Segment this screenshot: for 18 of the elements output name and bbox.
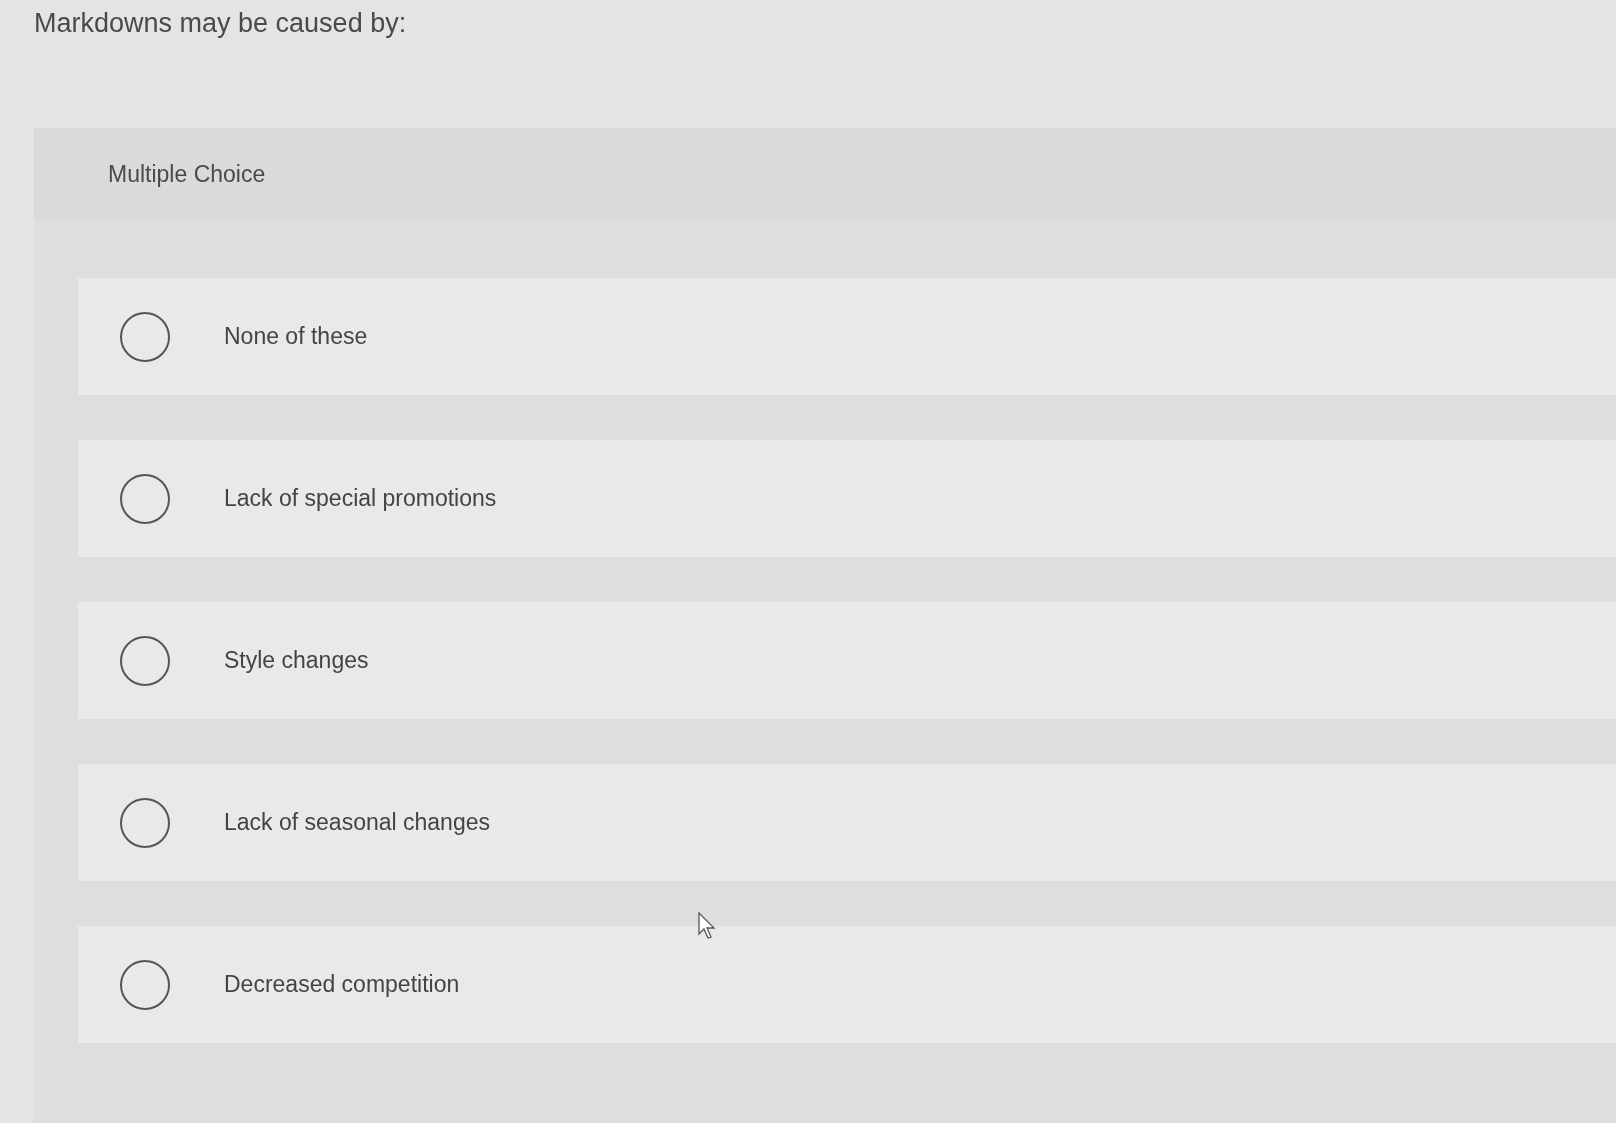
option-label: Style changes	[224, 647, 369, 674]
radio-button[interactable]	[120, 635, 170, 686]
pointer-icon	[698, 912, 716, 940]
radio-button[interactable]	[120, 797, 170, 848]
option-label: Lack of seasonal changes	[224, 809, 490, 836]
question-text: Markdowns may be caused by:	[33, 7, 408, 40]
option-label: Lack of special promotions	[224, 485, 497, 512]
question-type-label: Multiple Choice	[108, 160, 266, 188]
radio-button[interactable]	[120, 959, 170, 1010]
radio-button[interactable]	[120, 311, 170, 362]
option-label: None of these	[224, 323, 368, 350]
answer-option[interactable]: None of these	[78, 278, 1616, 395]
answer-option[interactable]: Lack of special promotions	[78, 440, 1616, 557]
radio-button[interactable]	[120, 473, 170, 524]
answer-option[interactable]: Decreased competition	[78, 926, 1616, 1043]
answer-option[interactable]: Style changes	[78, 602, 1616, 719]
option-label: Decreased competition	[224, 971, 460, 998]
answer-option[interactable]: Lack of seasonal changes	[78, 764, 1616, 881]
